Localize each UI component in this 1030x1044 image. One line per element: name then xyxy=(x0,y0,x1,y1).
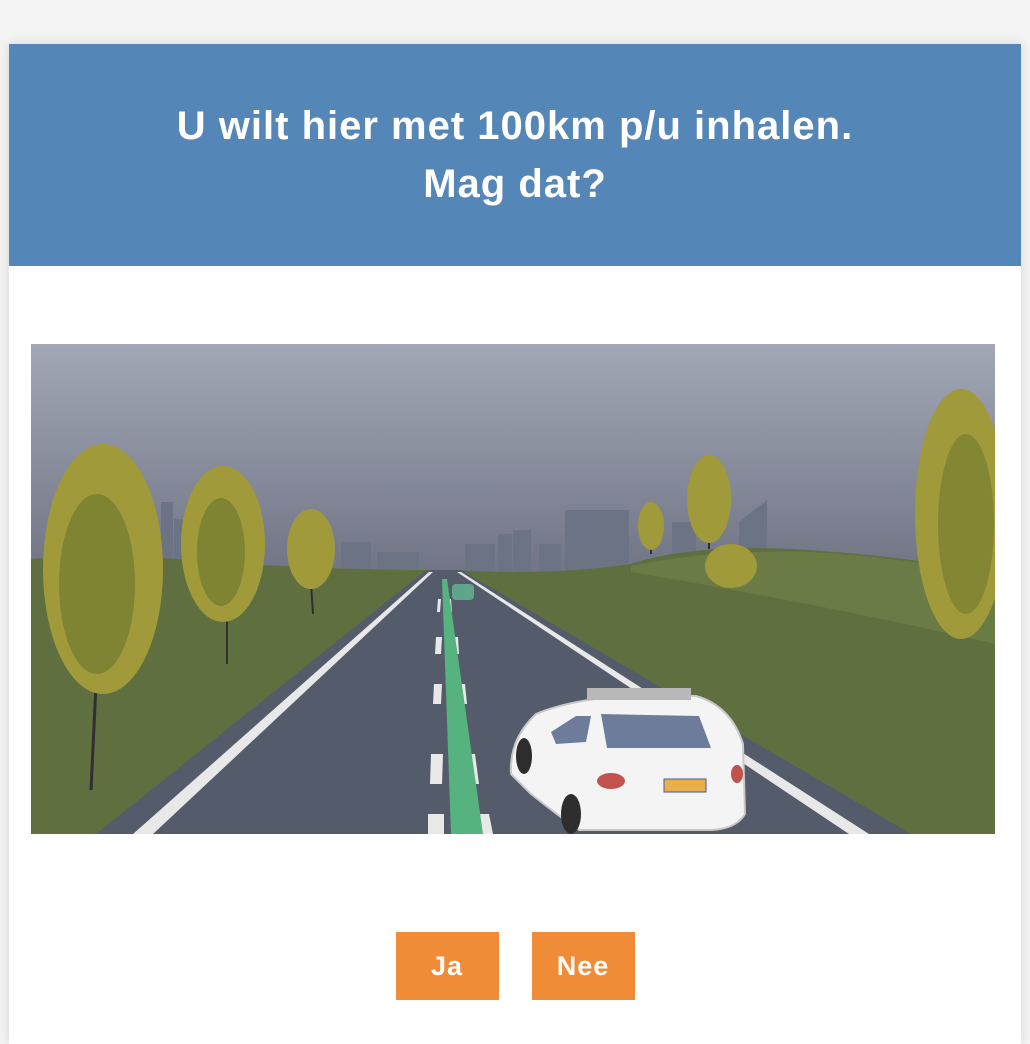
question-card: U wilt hier met 100km p/u inhalen. Mag d… xyxy=(9,44,1021,1044)
question-header: U wilt hier met 100km p/u inhalen. Mag d… xyxy=(9,44,1021,266)
road-scene-illustration xyxy=(31,344,995,834)
yes-button[interactable]: Ja xyxy=(395,932,499,1000)
no-button[interactable]: Nee xyxy=(531,932,635,1000)
road-scene-image xyxy=(31,344,995,834)
answer-options: Ja Nee xyxy=(9,932,1021,1000)
question-text: U wilt hier met 100km p/u inhalen. Mag d… xyxy=(176,104,854,206)
